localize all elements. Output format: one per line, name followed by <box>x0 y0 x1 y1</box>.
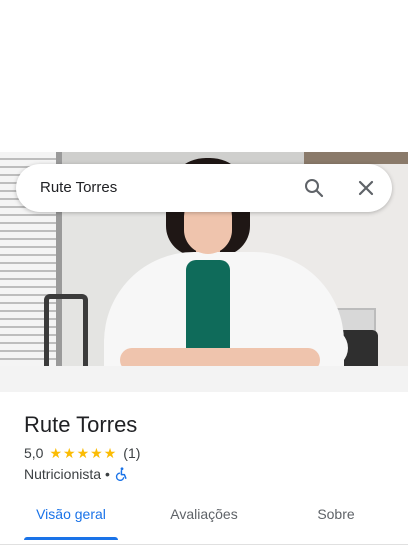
rating-row[interactable]: 5,0 ★ ★ ★ ★ ★ (1) <box>24 445 140 461</box>
category-row: Nutricionista • <box>24 466 128 482</box>
close-icon[interactable] <box>356 178 376 198</box>
wheelchair-icon[interactable] <box>114 467 128 482</box>
search-bar[interactable]: Rute Torres <box>16 164 392 212</box>
tab-reviews[interactable]: Avaliações <box>160 496 248 544</box>
star-rating: ★ ★ ★ ★ ★ <box>49 446 117 460</box>
star-icon: ★ <box>103 445 117 461</box>
separator: • <box>105 466 110 482</box>
star-icon: ★ <box>49 445 63 461</box>
photo-shelf <box>304 152 408 164</box>
place-category[interactable]: Nutricionista <box>24 466 101 482</box>
star-icon: ★ <box>90 445 103 461</box>
active-tab-indicator <box>24 537 118 540</box>
search-input[interactable]: Rute Torres <box>40 179 117 196</box>
review-count[interactable]: (1) <box>123 445 140 461</box>
star-icon: ★ <box>76 445 90 461</box>
tab-about[interactable]: Sobre <box>306 496 366 544</box>
star-icon: ★ <box>63 445 76 461</box>
rating-value: 5,0 <box>24 445 44 461</box>
place-info-panel: Rute Torres 5,0 ★ ★ ★ ★ ★ (1) Nutricioni… <box>0 392 408 545</box>
photo-desk <box>0 366 408 392</box>
top-blank-area <box>0 0 408 152</box>
place-title: Rute Torres <box>24 412 138 437</box>
tab-bar: Visão geral Avaliações Sobre <box>0 496 408 545</box>
search-icon[interactable] <box>304 178 324 198</box>
